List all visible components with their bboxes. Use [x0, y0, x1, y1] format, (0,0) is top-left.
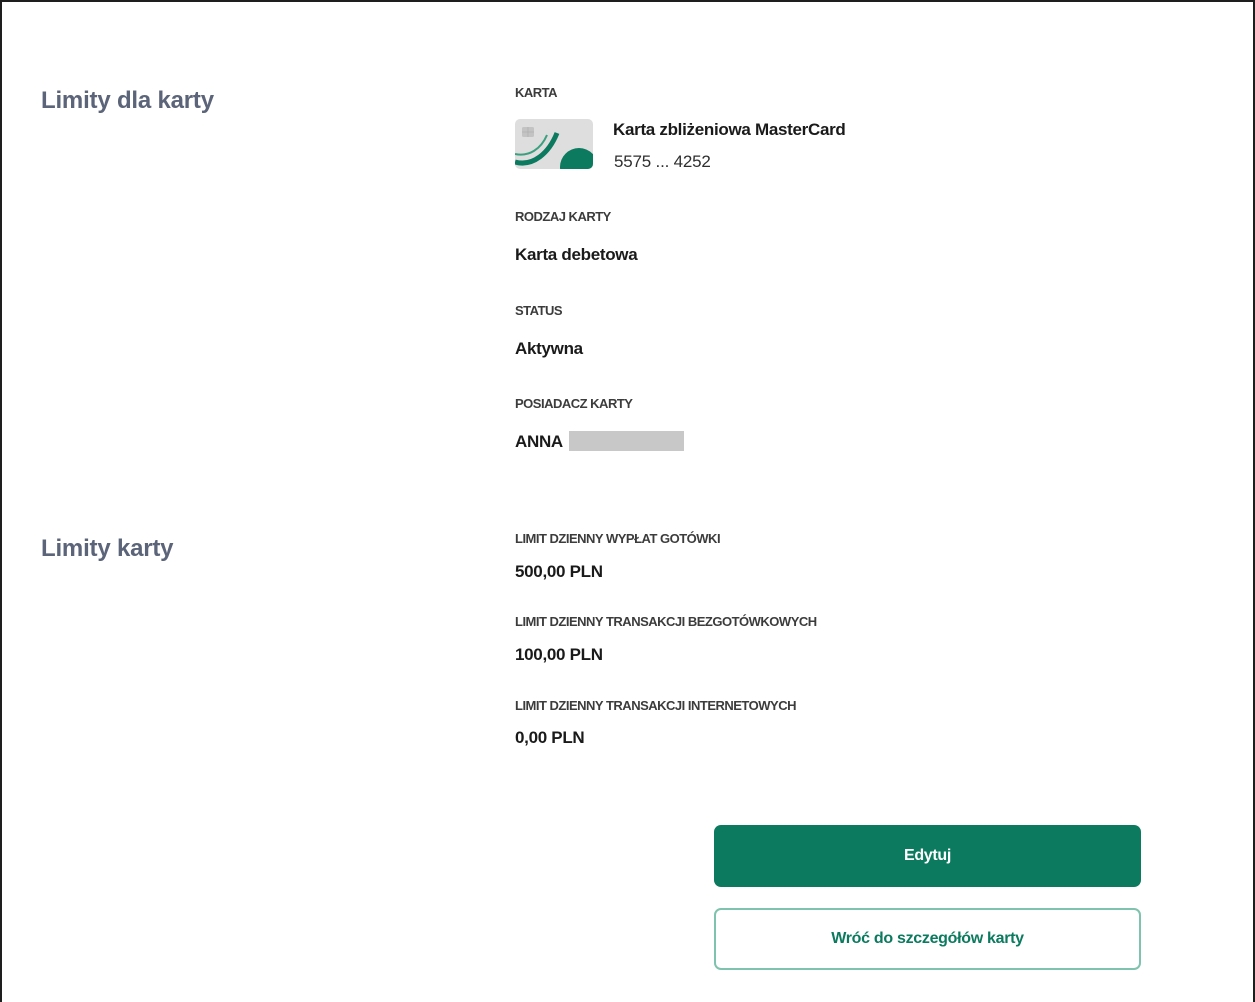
card-holder-value: ANNA — [515, 432, 563, 451]
card-type-label: RODZAJ KARTY — [515, 209, 611, 224]
status-value: Aktywna — [515, 339, 583, 358]
card-type-value: Karta debetowa — [515, 245, 638, 264]
limit-internet-value: 0,00 PLN — [515, 728, 585, 747]
card-label: KARTA — [515, 85, 558, 100]
content-panel: Limity dla karty KARTA Karta zbliżeniowa… — [0, 0, 1255, 1002]
limit-internet-label: LIMIT DZIENNY TRANSAKCJI INTERNETOWYCH — [515, 698, 796, 713]
card-holder-label: POSIADACZ KARTY — [515, 396, 633, 411]
limit-cashless-label: LIMIT DZIENNY TRANSAKCJI BEZGOTÓWKOWYCH — [515, 614, 817, 629]
back-to-card-details-button[interactable]: Wróć do szczegółów karty — [714, 908, 1141, 970]
section-title-limits: Limity karty — [41, 535, 174, 562]
redacted-surname — [569, 431, 684, 451]
limit-cash-value: 500,00 PLN — [515, 562, 603, 581]
limit-cash-label: LIMIT DZIENNY WYPŁAT GOTÓWKI — [515, 531, 721, 546]
section-title-card-limits: Limity dla karty — [41, 87, 214, 114]
card-name: Karta zbliżeniowa MasterCard — [613, 120, 846, 139]
edit-button[interactable]: Edytuj — [714, 825, 1141, 887]
status-label: STATUS — [515, 303, 563, 318]
card-number: 5575 ... 4252 — [614, 152, 711, 171]
credit-card-icon — [515, 119, 593, 169]
limit-cashless-value: 100,00 PLN — [515, 645, 603, 664]
